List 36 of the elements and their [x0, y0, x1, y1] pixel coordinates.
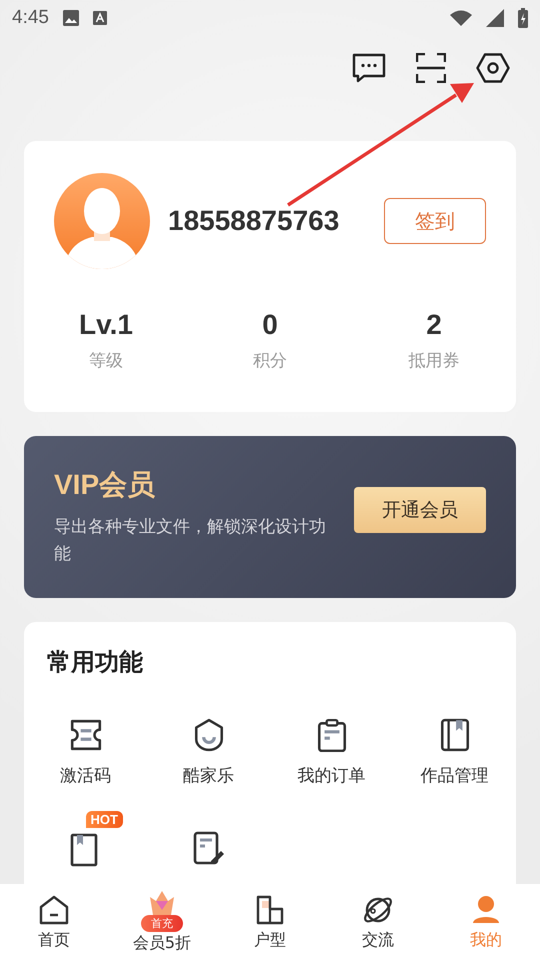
- stat-value: Lv.1: [79, 309, 133, 341]
- scan-icon[interactable]: [416, 53, 446, 83]
- function-item[interactable]: 作品管理: [393, 718, 516, 787]
- home-icon: [38, 894, 70, 926]
- edit-document-icon[interactable]: [190, 831, 226, 867]
- settings-icon[interactable]: [476, 53, 510, 83]
- crown-gem-icon: [150, 890, 174, 914]
- vip-description: 导出各种专业文件，解锁深化设计功能: [54, 516, 327, 566]
- stat-value: 0: [262, 309, 278, 341]
- message-icon[interactable]: [352, 53, 386, 83]
- promo-badge: 首充: [141, 914, 183, 932]
- floor-plan-icon: [254, 894, 286, 926]
- function-item[interactable]: 激活码: [24, 718, 147, 787]
- battery-icon: [518, 8, 528, 28]
- phone-number: 18558875763: [168, 205, 340, 237]
- stat-label: 积分: [253, 350, 287, 372]
- nav-tab[interactable]: 交流: [333, 894, 423, 950]
- nav-tab[interactable]: 户型: [225, 894, 315, 950]
- wifi-icon: [450, 10, 472, 26]
- stat-label: 等级: [89, 350, 123, 372]
- hot-badge: HOT: [86, 811, 123, 828]
- status-time: 4:45: [12, 7, 49, 29]
- font-icon: [92, 11, 107, 25]
- section-title: 常用功能: [46, 647, 144, 678]
- image-icon: [62, 10, 79, 26]
- function-item[interactable]: 酷家乐: [147, 718, 270, 787]
- stat-label: 抵用券: [408, 350, 460, 372]
- vip-title: VIP会员: [54, 468, 156, 502]
- person-icon: [470, 894, 502, 926]
- stat-value: 2: [426, 309, 442, 341]
- open-membership-button[interactable]: 开通会员: [354, 487, 486, 533]
- ticket-icon: [68, 718, 102, 752]
- nav-tab[interactable]: 首充 会员5折: [117, 890, 207, 954]
- signal-icon: [486, 9, 504, 27]
- nav-tab[interactable]: 首页: [9, 894, 99, 950]
- function-item[interactable]: 我的订单: [270, 718, 393, 787]
